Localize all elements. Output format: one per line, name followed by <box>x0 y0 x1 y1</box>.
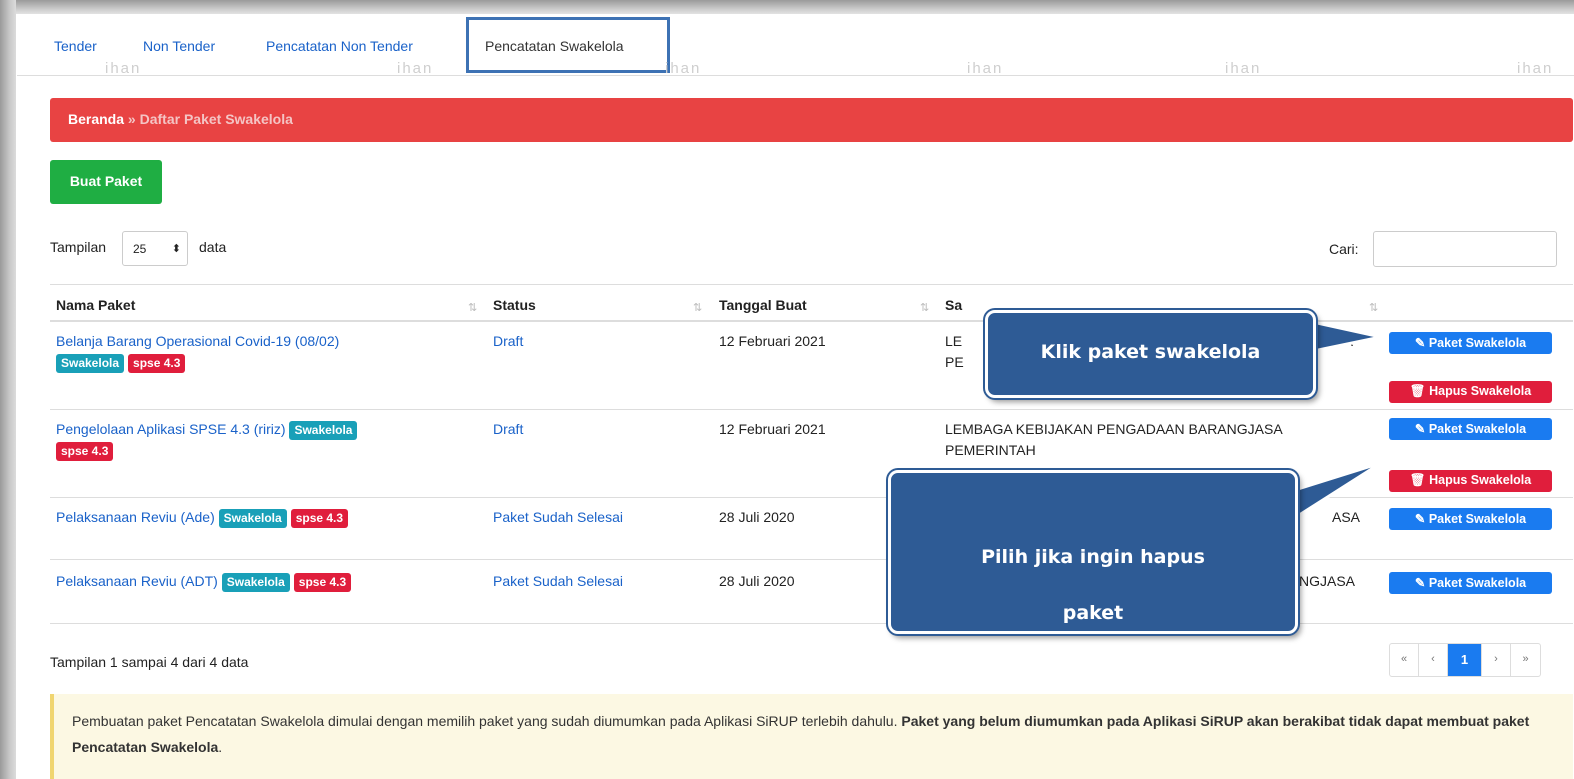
window-frame-top <box>0 0 1574 14</box>
callout-click-swakelola: Klik paket swakelola <box>985 310 1316 398</box>
page: Tender Non Tender Pencatatan Non Tender … <box>17 14 1574 779</box>
callout-pointers <box>1280 317 1382 529</box>
callout-line: paket <box>1062 602 1124 624</box>
callout-line: Pilih jika ingin hapus <box>981 546 1205 568</box>
window-frame-left <box>0 0 16 779</box>
callout-delete-package: Pilih jika ingin hapus paket <box>888 470 1298 634</box>
